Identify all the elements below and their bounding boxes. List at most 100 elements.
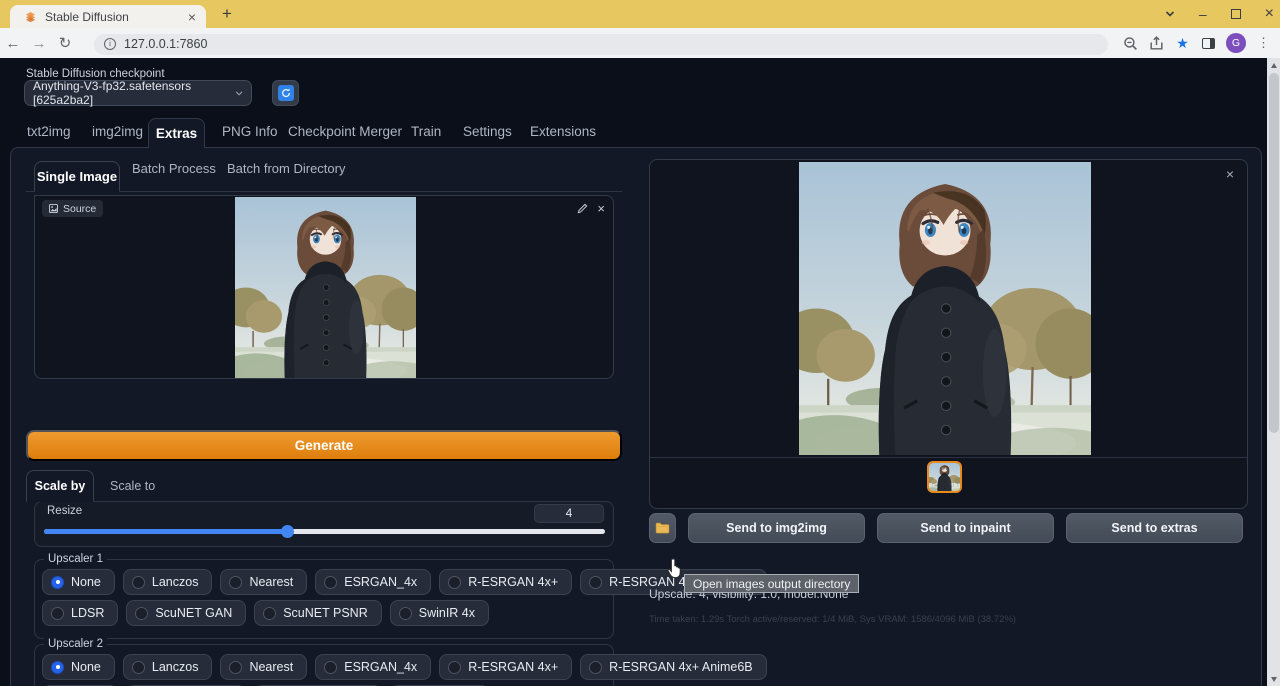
source-image[interactable]: [235, 197, 416, 378]
radio-none[interactable]: None: [42, 654, 115, 680]
result-thumbnail[interactable]: [927, 461, 962, 493]
radio-esrgan4x[interactable]: ESRGAN_4x: [315, 569, 431, 595]
radio-dot: [448, 661, 461, 674]
source-label: Source: [63, 203, 96, 215]
radio-dot: [324, 576, 337, 589]
radio-nearest[interactable]: Nearest: [220, 569, 307, 595]
tab-png-info[interactable]: PNG Info: [222, 124, 278, 139]
refresh-icon: [278, 85, 294, 101]
open-folder-button[interactable]: [649, 513, 676, 543]
image-tools: ×: [577, 202, 605, 215]
radio-dot: [132, 576, 145, 589]
radio-resrgan4x[interactable]: R-ESRGAN 4x+: [439, 654, 572, 680]
scale-by-tab[interactable]: Scale by: [26, 470, 94, 502]
close-window-button[interactable]: ×: [1265, 6, 1274, 22]
radio-resrgan4x[interactable]: R-ESRGAN 4x+: [439, 569, 572, 595]
tab-extensions[interactable]: Extensions: [530, 124, 596, 139]
radio-dot: [263, 607, 276, 620]
source-chip: Source: [42, 200, 103, 217]
radio-dot: [589, 576, 602, 589]
bookmark-star-icon[interactable]: ★: [1174, 35, 1191, 52]
forward-button[interactable]: →: [26, 35, 52, 52]
extras-panel: Single Image Batch Process Batch from Di…: [10, 147, 1262, 686]
radio-ldsr[interactable]: LDSR: [42, 600, 118, 626]
refresh-checkpoints-button[interactable]: [272, 80, 299, 106]
zoom-icon[interactable]: [1122, 35, 1139, 52]
result-image[interactable]: [799, 162, 1091, 455]
tab-close-icon[interactable]: ×: [186, 10, 198, 24]
back-button[interactable]: ←: [0, 35, 26, 52]
upscaler2-label: Upscaler 2: [44, 638, 107, 650]
gallery-close-icon[interactable]: ×: [1226, 167, 1234, 181]
radio-dot: [135, 607, 148, 620]
subtab-batch-process[interactable]: Batch Process: [132, 161, 216, 176]
site-info-icon[interactable]: i: [104, 38, 116, 50]
performance-info-text: Time taken: 1.29s Torch active/reserved:…: [649, 614, 1016, 625]
radio-lanczos[interactable]: Lanczos: [123, 654, 213, 680]
tab-txt2img[interactable]: txt2img: [27, 124, 71, 139]
send-to-inpaint-button[interactable]: Send to inpaint: [877, 513, 1054, 543]
source-image-dropzone[interactable]: Source ×: [34, 195, 614, 379]
radio-esrgan4x[interactable]: ESRGAN_4x: [315, 654, 431, 680]
tab-checkpoint-merger[interactable]: Checkpoint Merger: [288, 124, 402, 139]
resize-label: Resize: [47, 505, 82, 517]
radio-scunet-psnr[interactable]: ScuNET PSNR: [254, 600, 382, 626]
side-panel-icon[interactable]: [1202, 38, 1215, 49]
upscaler2-group: Upscaler 2 None Lanczos Nearest ESRGAN_4…: [34, 644, 614, 686]
folder-tooltip: Open images output directory: [684, 574, 859, 593]
radio-swinir4x[interactable]: SwinIR 4x: [390, 600, 489, 626]
reload-button[interactable]: ↻: [52, 34, 78, 52]
radio-scunet-gan[interactable]: ScuNET GAN: [126, 600, 246, 626]
radio-none[interactable]: None: [42, 569, 115, 595]
minimize-button[interactable]: –: [1199, 7, 1207, 21]
radio-dot: [399, 607, 412, 620]
tab-extras[interactable]: Extras: [148, 118, 205, 148]
scroll-up-arrow[interactable]: [1271, 63, 1277, 68]
tab-img2img[interactable]: img2img: [92, 124, 143, 139]
cursor-pointer: [667, 558, 684, 579]
scroll-down-arrow[interactable]: [1271, 677, 1277, 682]
radio-dot: [51, 607, 64, 620]
folder-icon: [655, 522, 670, 534]
generate-button[interactable]: Generate: [26, 430, 622, 461]
page-scrollbar[interactable]: [1267, 58, 1280, 686]
maximize-button[interactable]: [1231, 9, 1241, 19]
subtab-batch-from-directory[interactable]: Batch from Directory: [227, 161, 345, 176]
checkpoint-value: Anything-V3-fp32.safetensors [625a2ba2]: [33, 79, 235, 107]
toolbar-right-icons: ★ G ⋮: [1122, 28, 1272, 58]
radio-dot: [448, 576, 461, 589]
edit-icon[interactable]: [577, 203, 588, 214]
radio-resrgan-anime6b[interactable]: R-ESRGAN 4x+ Anime6B: [580, 654, 766, 680]
resize-value-input[interactable]: 4: [534, 504, 604, 523]
radio-dot: [589, 661, 602, 674]
tab-train[interactable]: Train: [411, 124, 441, 139]
stable-diffusion-favicon: [24, 10, 37, 23]
send-to-extras-button[interactable]: Send to extras: [1066, 513, 1243, 543]
subtab-single-image[interactable]: Single Image: [34, 161, 120, 192]
send-to-img2img-button[interactable]: Send to img2img: [688, 513, 865, 543]
browser-tab[interactable]: Stable Diffusion ×: [10, 5, 206, 28]
resize-slider-thumb[interactable]: [281, 525, 294, 538]
tab-search-chevron-icon[interactable]: [1165, 9, 1175, 19]
browser-menu-icon[interactable]: ⋮: [1255, 35, 1272, 52]
checkpoint-dropdown[interactable]: Anything-V3-fp32.safetensors [625a2ba2]: [24, 80, 252, 106]
chevron-down-icon: [235, 89, 243, 98]
address-bar[interactable]: i 127.0.0.1:7860: [94, 34, 1108, 55]
tab-settings[interactable]: Settings: [463, 124, 512, 139]
radio-dot: [132, 661, 145, 674]
url-text: 127.0.0.1:7860: [124, 37, 207, 51]
radio-dot: [324, 661, 337, 674]
main-tabs: txt2img img2img Extras PNG Info Checkpoi…: [0, 118, 1262, 147]
scale-to-tab[interactable]: Scale to: [110, 479, 155, 493]
radio-nearest[interactable]: Nearest: [220, 654, 307, 680]
radio-dot: [229, 661, 242, 674]
radio-dot: [51, 661, 64, 674]
profile-avatar[interactable]: G: [1226, 33, 1246, 53]
clear-image-icon[interactable]: ×: [597, 202, 605, 215]
share-icon[interactable]: [1148, 35, 1165, 52]
webui-page: Stable Diffusion checkpoint Anything-V3-…: [0, 58, 1280, 686]
radio-lanczos[interactable]: Lanczos: [123, 569, 213, 595]
new-tab-button[interactable]: +: [216, 3, 238, 25]
scrollbar-thumb[interactable]: [1269, 73, 1279, 433]
resize-slider[interactable]: [44, 529, 605, 534]
